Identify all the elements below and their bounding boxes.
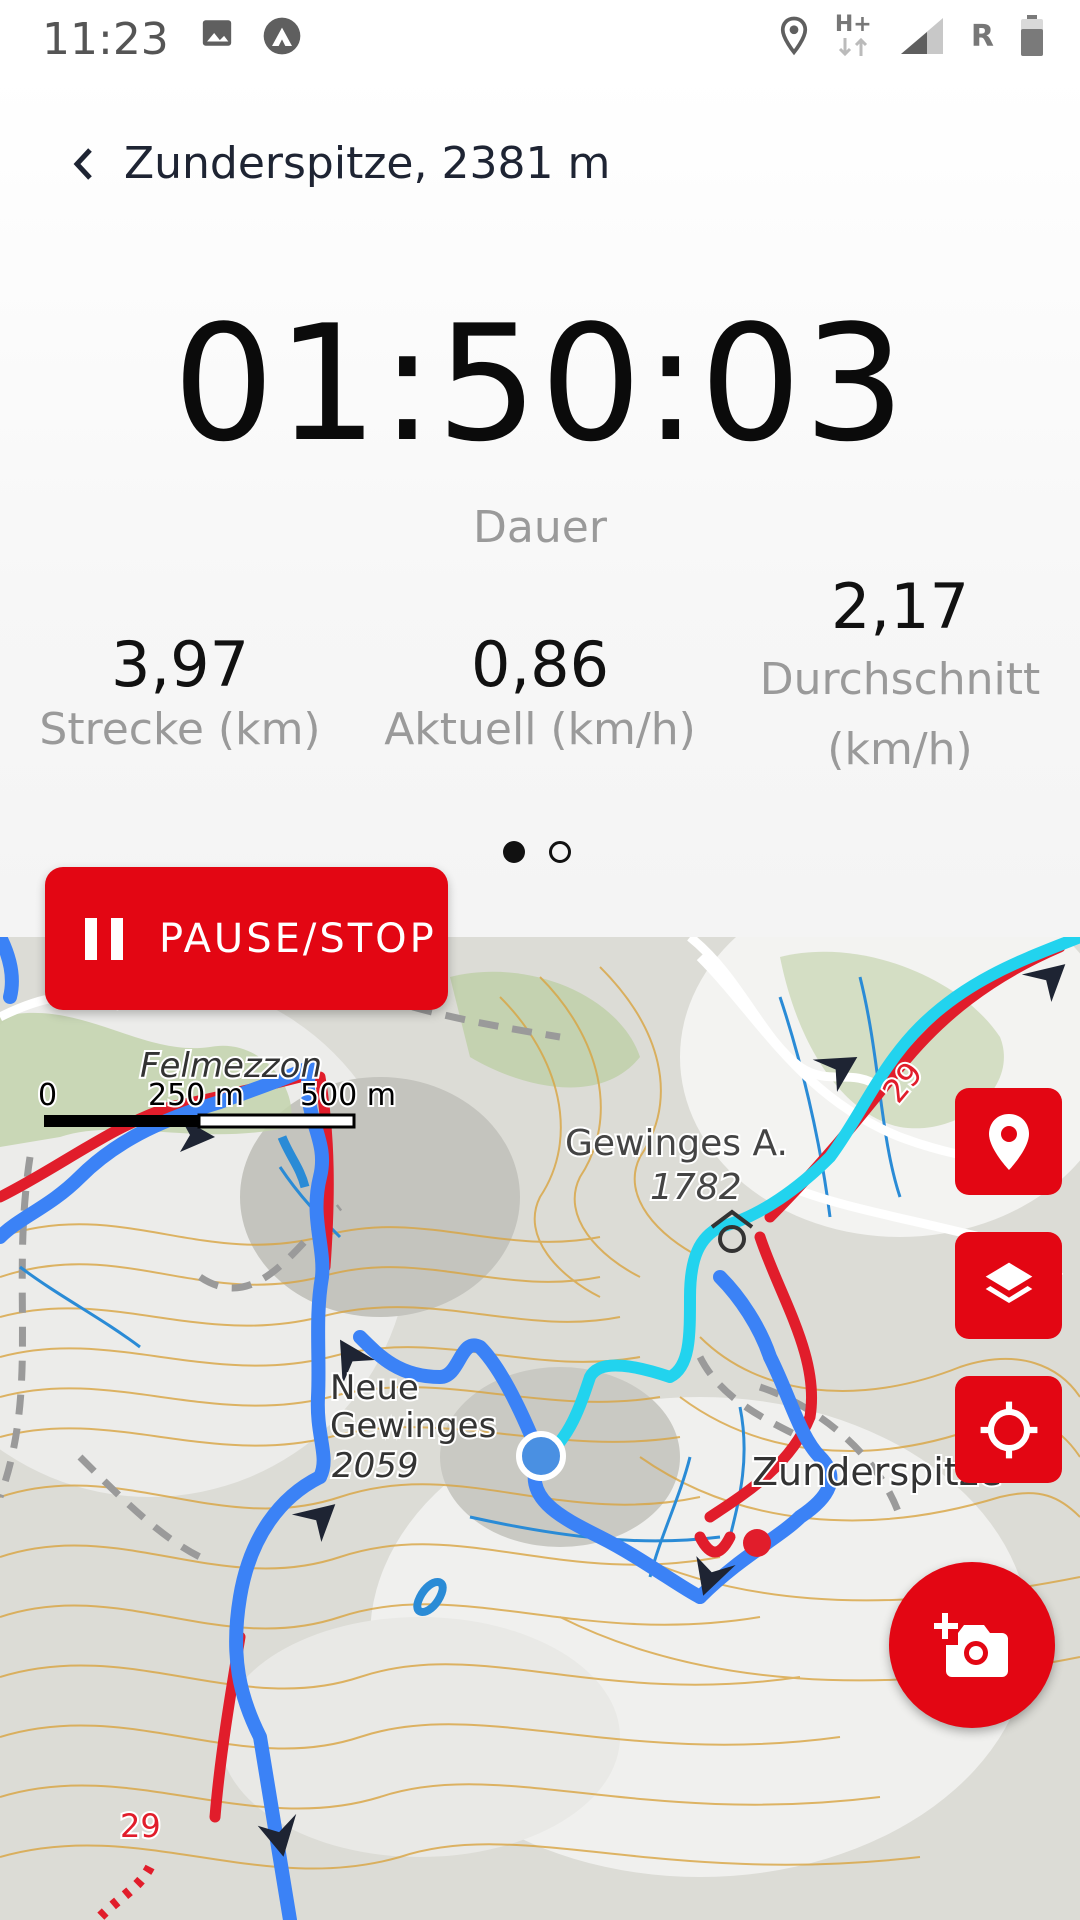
map-scale-bar (44, 1113, 356, 1129)
crosshair-icon (980, 1401, 1037, 1458)
average-speed-value: 2,17 (830, 570, 970, 643)
location-icon (780, 16, 808, 56)
signal-icon (900, 18, 943, 54)
battery-icon (1021, 15, 1043, 56)
layers-icon (985, 1262, 1032, 1303)
peak-name-label-1: Neue (330, 1368, 419, 1408)
route-title: Zunderspitze, 2381 m (124, 138, 611, 189)
back-chevron-icon[interactable] (68, 144, 98, 184)
pause-icon (85, 917, 123, 960)
scale-zero: 0 (38, 1078, 57, 1113)
hut-elevation-label: 1782 (650, 1167, 742, 1208)
pause-stop-label: PAUSE/STOP (159, 915, 437, 962)
peak-name-label-2: Gewinges (330, 1406, 496, 1446)
image-icon (202, 20, 232, 46)
distance-stat: 3,97 Strecke (km) (30, 628, 330, 759)
mountain-notification-icon (263, 17, 301, 55)
map-pin-icon (988, 1113, 1029, 1170)
current-speed-stat: 0,86 Aktuell (km/h) (370, 628, 710, 759)
peak-elevation-label: 2059 (332, 1446, 419, 1486)
page-dot-2[interactable] (549, 841, 571, 863)
topo-map[interactable]: 0 250 m 500 m Felmezzon Gewinges A. 1782… (0, 937, 1080, 1920)
distance-label: Strecke (km) (39, 704, 321, 755)
status-time: 11:23 (42, 14, 169, 65)
recenter-button[interactable] (955, 1376, 1062, 1483)
average-speed-label-1: Durchschnitt (759, 654, 1041, 705)
map-pin-button[interactable] (955, 1088, 1062, 1195)
roaming-indicator: R (970, 18, 994, 54)
network-hplus-icon: H+ (835, 12, 873, 58)
add-photo-button[interactable] (889, 1562, 1055, 1728)
average-speed-stat: 2,17 Durchschnitt (km/h) (750, 570, 1050, 779)
pause-stop-button[interactable]: PAUSE/STOP (45, 867, 448, 1010)
current-speed-value: 0,86 (470, 628, 610, 701)
hut-name-label: Gewinges A. (565, 1123, 788, 1164)
page-dot-1[interactable] (503, 841, 525, 863)
duration-label: Dauer (473, 502, 607, 553)
average-speed-label-2: (km/h) (827, 724, 973, 775)
status-bar: 11:23 H+ R (0, 0, 1080, 72)
layers-button[interactable] (955, 1232, 1062, 1339)
back-navigation[interactable]: Zunderspitze, 2381 m (68, 138, 610, 189)
map-canvas[interactable]: 0 250 m 500 m Felmezzon Gewinges A. 1782… (0, 937, 1080, 1920)
duration-value: 01:50:03 (172, 290, 908, 477)
current-speed-label: Aktuell (km/h) (384, 704, 696, 755)
add-photo-icon (934, 1613, 1008, 1677)
distance-value: 3,97 (110, 628, 250, 701)
page-indicator[interactable] (503, 841, 571, 863)
village-label: Felmezzon (140, 1046, 322, 1086)
trail-number-label-2: 29 (120, 1807, 161, 1845)
